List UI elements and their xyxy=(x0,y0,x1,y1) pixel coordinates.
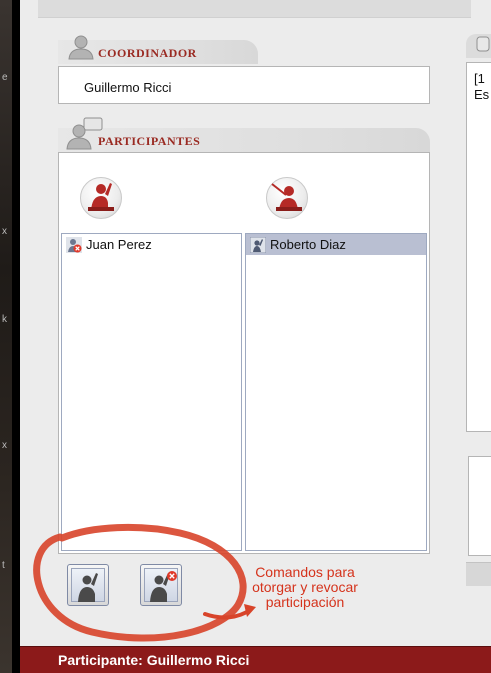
annotation-line: otorgar y revocar xyxy=(252,579,358,595)
chat-header xyxy=(466,34,491,58)
window-border xyxy=(12,0,20,673)
coordinator-name: Guillermo Ricci xyxy=(84,80,172,95)
revoke-participation-button[interactable] xyxy=(140,564,182,606)
background-strip: e x k x t xyxy=(0,0,12,673)
background-mark: x xyxy=(2,440,7,451)
chat-input[interactable] xyxy=(468,456,491,556)
chat-panel: [1 Es xyxy=(466,62,491,432)
participants-header: PARTICIPANTES xyxy=(58,117,430,152)
participants-list-left[interactable]: Juan Perez xyxy=(61,233,242,551)
background-mark: k xyxy=(2,314,7,325)
top-panel-edge xyxy=(38,0,471,18)
coordinator-icon xyxy=(66,34,96,65)
participants-title: PARTICIPANTES xyxy=(98,134,201,148)
participant-name: Juan Perez xyxy=(86,237,152,252)
participant-name: Roberto Diaz xyxy=(270,237,346,252)
annotation-text: Comandos para otorgar y revocar particip… xyxy=(240,565,370,610)
user-revoked-icon xyxy=(66,236,82,253)
send-area xyxy=(466,562,491,586)
annotation-line: participación xyxy=(265,594,345,610)
chat-line: Es xyxy=(474,87,490,102)
grant-hand-icon xyxy=(71,568,105,602)
annotation-line: Comandos para xyxy=(255,564,355,580)
status-text: Participante: Guillermo Ricci xyxy=(58,652,250,668)
hand-raised-icon xyxy=(80,177,122,219)
status-bar: Participante: Guillermo Ricci xyxy=(20,646,491,673)
background-mark: t xyxy=(2,560,5,571)
participants-list-right[interactable]: Roberto Diaz xyxy=(245,233,427,551)
screen: e x k x t COORDINADOR Guillermo Ricci PA… xyxy=(0,0,491,673)
speaker-pointer-icon xyxy=(266,177,308,219)
grant-participation-button[interactable] xyxy=(67,564,109,606)
user-hand-icon xyxy=(249,236,267,253)
chat-line: [1 xyxy=(474,71,485,86)
list-item-selected[interactable]: Roberto Diaz xyxy=(246,234,426,255)
coordinator-title: COORDINADOR xyxy=(98,46,197,60)
list-item[interactable]: Juan Perez xyxy=(62,234,241,255)
background-mark: x xyxy=(2,226,7,237)
revoke-hand-icon xyxy=(144,568,178,602)
background-mark: e xyxy=(2,72,8,83)
coordinator-header: COORDINADOR xyxy=(58,35,258,64)
